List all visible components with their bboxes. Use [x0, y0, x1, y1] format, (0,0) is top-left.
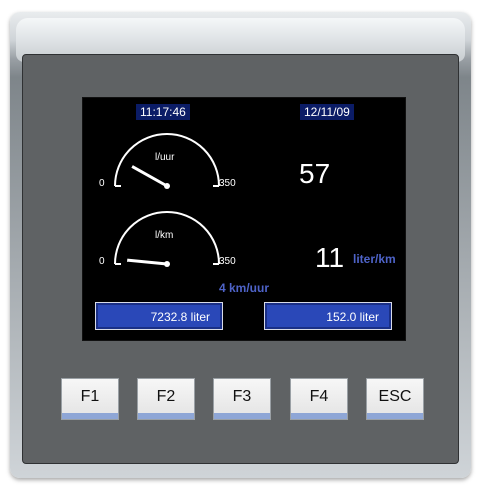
- gauge-max-label: 350: [219, 256, 236, 267]
- gauge-min-label: 0: [99, 178, 105, 189]
- total-liters-box: 7232.8 liter: [95, 302, 223, 330]
- gauge-needle: [131, 165, 168, 188]
- trip-liters-box: 152.0 liter: [264, 302, 392, 330]
- gauge-dial: [114, 133, 220, 189]
- readout-unit-label: liter/km: [353, 252, 396, 266]
- date-display: 12/11/09: [300, 104, 354, 120]
- f4-key[interactable]: F4: [290, 378, 348, 420]
- display-screen: 11:17:46 12/11/09 0 350 l/uur 0 350 l/km…: [82, 97, 406, 341]
- readout-liter-per-hour: 57: [299, 158, 331, 189]
- readout-liter-per-km: 11: [315, 242, 345, 273]
- gauge-max-label: 350: [219, 178, 236, 189]
- gauge-dial: [114, 211, 220, 267]
- f3-key[interactable]: F3: [213, 378, 271, 420]
- f1-key[interactable]: F1: [61, 378, 119, 420]
- time-display: 11:17:46: [136, 104, 190, 120]
- gauge-unit-label: l/km: [155, 230, 174, 241]
- gauge-liter-per-hour: 0 350 l/uur: [95, 130, 245, 210]
- gauge-unit-label: l/uur: [155, 152, 175, 163]
- gauge-liter-per-km: 0 350 l/km: [95, 208, 245, 288]
- f2-key[interactable]: F2: [137, 378, 195, 420]
- gauge-min-label: 0: [99, 256, 105, 267]
- speed-readout: 4 km/uur: [218, 281, 269, 295]
- gauge-needle: [127, 258, 168, 266]
- esc-key[interactable]: ESC: [366, 378, 424, 420]
